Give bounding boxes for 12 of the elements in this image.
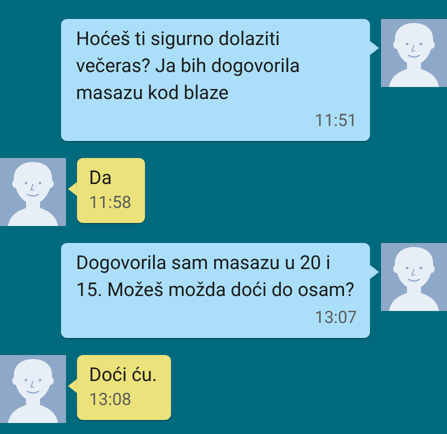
avatar-icon xyxy=(381,19,447,87)
avatar-icon xyxy=(0,355,66,423)
message-text: Dogovorila sam masazu u 20 i 15. Možeš možda doći do osam? xyxy=(76,250,356,303)
avatar-icon xyxy=(381,243,447,311)
message-time: 11:58 xyxy=(89,192,132,215)
message-time: 11:51 xyxy=(314,110,357,133)
avatar-icon xyxy=(0,158,66,226)
message-text: Hoćeš ti sigurno dolaziti večeras? Ja bih dogovorila masazu kod blaze xyxy=(76,26,301,106)
message-text: Doći ću. xyxy=(89,362,158,388)
message-text: Da xyxy=(89,165,113,191)
message-time: 13:07 xyxy=(314,307,357,330)
message-time: 13:08 xyxy=(89,389,132,412)
